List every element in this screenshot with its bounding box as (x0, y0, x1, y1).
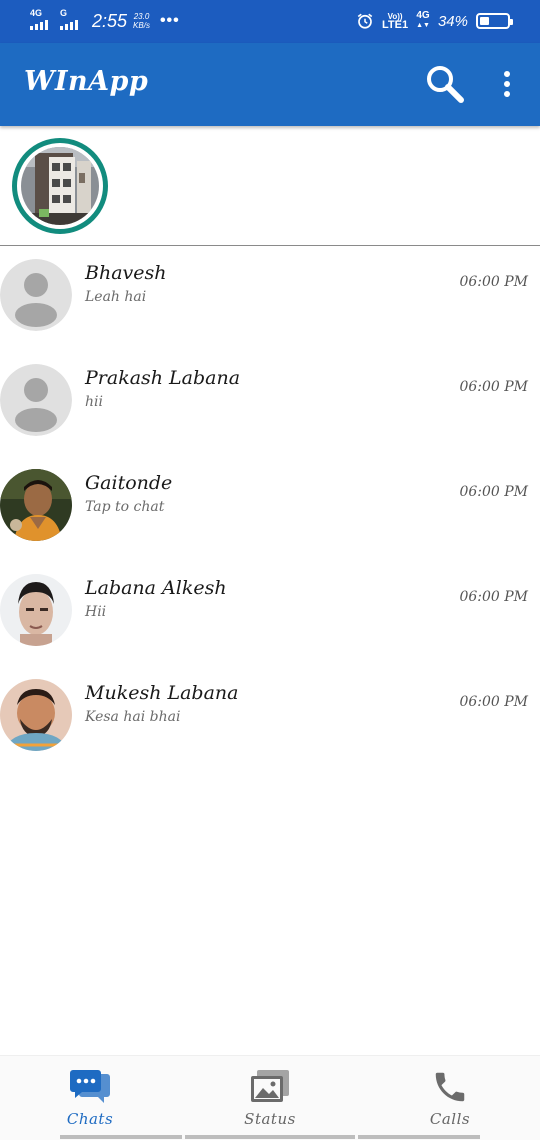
last-message: Hii (85, 604, 107, 620)
sim1-network-label: 4G (30, 8, 43, 18)
status-stories-strip (0, 126, 540, 246)
contact-name: Prakash Labana (85, 367, 241, 389)
chat-row[interactable]: Mukesh Labana Kesa hai bhai 06:00 PM (0, 667, 540, 772)
last-message: Leah hai (85, 289, 147, 305)
last-message: hii (85, 394, 103, 410)
battery-fill (480, 17, 489, 25)
volte-bottom-label: LTE1 (382, 19, 409, 31)
system-status-bar: 4G G 2:55 23.0 KB/s ••• Vo)) LTE1 4G ▲▼ … (0, 0, 540, 43)
message-time: 06:00 PM (459, 589, 528, 605)
battery-icon (476, 13, 513, 29)
sim1-signal-icon: 4G (30, 9, 54, 33)
default-avatar-icon (0, 364, 72, 436)
tab-indicator (60, 1135, 182, 1139)
tab-chats[interactable]: Chats (0, 1056, 182, 1140)
contact-avatar (0, 679, 72, 751)
contact-name: Gaitonde (85, 472, 173, 494)
status-bar-left: 4G G 2:55 23.0 KB/s ••• (30, 8, 180, 34)
phone-icon (431, 1068, 469, 1106)
message-time: 06:00 PM (459, 694, 528, 710)
network-speed-value: 23.0 (133, 12, 150, 21)
contact-name: Bhavesh (85, 262, 167, 284)
tab-status-label: Status (244, 1110, 296, 1128)
tab-calls[interactable]: Calls (358, 1056, 540, 1140)
tab-chats-label: Chats (66, 1110, 114, 1128)
message-time: 06:00 PM (459, 484, 528, 500)
tab-indicator (185, 1135, 355, 1139)
more-notifications-icon: ••• (159, 12, 180, 29)
image-icon (251, 1068, 289, 1106)
data-network-label: 4G (416, 10, 430, 21)
message-time: 06:00 PM (459, 379, 528, 395)
chat-row[interactable]: Prakash Labana hii 06:00 PM (0, 352, 540, 457)
clock-time: 2:55 (92, 10, 128, 31)
message-time: 06:00 PM (459, 274, 528, 290)
status-photo (21, 147, 99, 225)
sim2-network-label: G (60, 8, 68, 18)
default-avatar-icon (0, 259, 72, 331)
app-bar: WInApp (0, 43, 540, 126)
contact-avatar (0, 469, 72, 541)
my-status-avatar[interactable] (12, 138, 108, 234)
network-speed-unit: KB/s (133, 21, 150, 30)
more-vert-icon[interactable] (494, 67, 520, 101)
status-bar-right: Vo)) LTE1 4G ▲▼ 34% (356, 8, 513, 34)
last-message: Kesa hai bhai (85, 709, 181, 725)
chat-list: Bhavesh Leah hai 06:00 PM Prakash Labana… (0, 247, 540, 772)
chat-row[interactable]: Bhavesh Leah hai 06:00 PM (0, 247, 540, 352)
battery-percent: 34% (437, 12, 468, 30)
contact-name: Labana Alkesh (85, 577, 227, 599)
data-network-indicator: 4G ▲▼ (416, 10, 430, 30)
tab-status[interactable]: Status (180, 1056, 360, 1140)
last-message: Tap to chat (85, 499, 165, 515)
volte-indicator: Vo)) LTE1 (382, 12, 409, 31)
contact-avatar (0, 574, 72, 646)
alarm-icon (357, 13, 373, 29)
sim2-signal-icon: G (60, 9, 84, 33)
chat-row[interactable]: Labana Alkesh Hii 06:00 PM (0, 562, 540, 667)
search-icon[interactable] (424, 63, 466, 105)
network-speed: 23.0 KB/s (133, 12, 150, 30)
tab-indicator (358, 1135, 480, 1139)
tab-calls-label: Calls (429, 1110, 471, 1128)
contact-name: Mukesh Labana (85, 682, 239, 704)
chat-icon (70, 1068, 110, 1106)
bottom-navigation: Chats Status Calls (0, 1055, 540, 1140)
chat-row[interactable]: Gaitonde Tap to chat 06:00 PM (0, 457, 540, 562)
app-title: WInApp (24, 66, 149, 97)
